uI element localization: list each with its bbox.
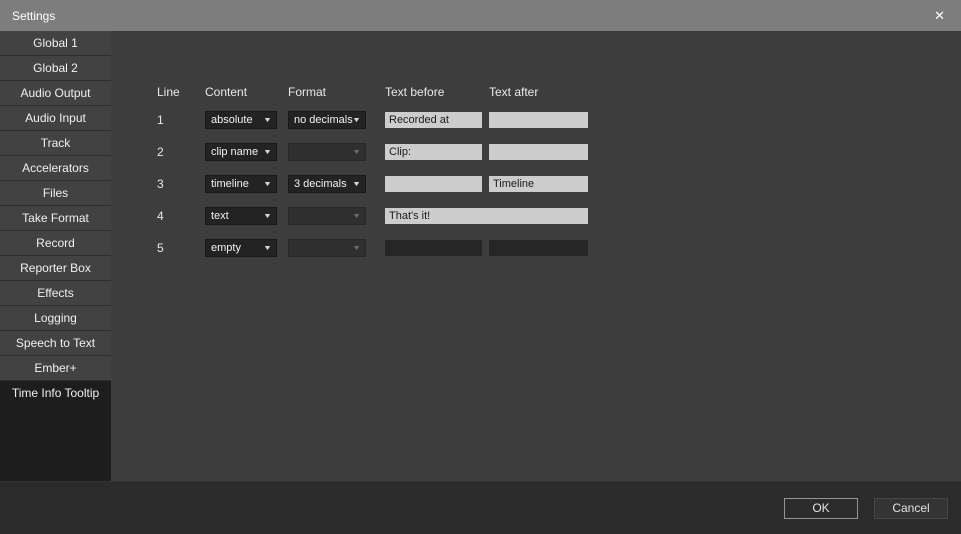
sidebar-item-audio-input[interactable]: Audio Input [0,106,111,131]
titlebar[interactable]: Settings ✕ [0,0,961,31]
sidebar-item-speech-to-text[interactable]: Speech to Text [0,331,111,356]
sidebar-item-global-1[interactable]: Global 1 [0,31,111,56]
sidebar: Global 1 Global 2 Audio Output Audio Inp… [0,31,111,481]
content-panel: Line Content Format Text before Text aft… [111,31,961,481]
content-dropdown[interactable]: clip name ▼ [205,143,277,161]
table-row: 4 text ▼ ▼ [157,200,961,232]
dropdown-value: empty [211,242,241,254]
sidebar-item-audio-output[interactable]: Audio Output [0,81,111,106]
ok-button[interactable]: OK [784,498,858,519]
text-before-input[interactable] [385,144,482,160]
sidebar-item-ember-plus[interactable]: Ember+ [0,356,111,381]
sidebar-item-global-2[interactable]: Global 2 [0,56,111,81]
dropdown-value: absolute [211,114,253,126]
chevron-down-icon: ▼ [352,117,361,124]
line-number: 3 [157,177,205,191]
text-after-input[interactable] [489,144,588,160]
close-icon[interactable]: ✕ [930,7,949,24]
dropdown-value: text [211,210,229,222]
chevron-down-icon: ▼ [263,149,272,156]
table-row: 3 timeline ▼ 3 decimals ▼ [157,168,961,200]
column-header-format: Format [288,85,385,99]
chevron-down-icon: ▼ [263,181,272,188]
sidebar-item-files[interactable]: Files [0,181,111,206]
chevron-down-icon: ▼ [263,245,272,252]
format-dropdown: ▼ [288,239,366,257]
content-dropdown[interactable]: timeline ▼ [205,175,277,193]
format-dropdown: ▼ [288,143,366,161]
sidebar-item-effects[interactable]: Effects [0,281,111,306]
tooltip-lines-table: Line Content Format Text before Text aft… [111,31,961,264]
cancel-button[interactable]: Cancel [874,498,948,519]
column-header-text-after: Text after [489,85,589,99]
format-dropdown: ▼ [288,207,366,225]
content-dropdown[interactable]: empty ▼ [205,239,277,257]
window-title: Settings [12,9,55,23]
sidebar-item-reporter-box[interactable]: Reporter Box [0,256,111,281]
dropdown-value: 3 decimals [294,178,347,190]
text-before-input[interactable] [385,112,482,128]
line-number: 1 [157,113,205,127]
sidebar-item-logging[interactable]: Logging [0,306,111,331]
text-after-input [489,240,588,256]
chevron-down-icon: ▼ [352,149,361,156]
chevron-down-icon: ▼ [352,213,361,220]
sidebar-item-time-info-tooltip[interactable]: Time Info Tooltip [0,381,111,406]
footer-bar: OK Cancel [0,481,961,534]
column-header-text-before: Text before [385,85,489,99]
content-dropdown[interactable]: text ▼ [205,207,277,225]
column-header-line: Line [157,85,205,99]
chevron-down-icon: ▼ [352,181,361,188]
column-header-content: Content [205,85,288,99]
text-after-input[interactable] [489,176,588,192]
content-dropdown[interactable]: absolute ▼ [205,111,277,129]
sidebar-item-take-format[interactable]: Take Format [0,206,111,231]
dropdown-value: clip name [211,146,258,158]
sidebar-item-record[interactable]: Record [0,231,111,256]
chevron-down-icon: ▼ [352,245,361,252]
combined-text-input[interactable] [385,208,588,224]
sidebar-item-accelerators[interactable]: Accelerators [0,156,111,181]
format-dropdown[interactable]: no decimals ▼ [288,111,366,129]
dropdown-value: no decimals [294,114,353,126]
text-before-input[interactable] [385,176,482,192]
table-row: 2 clip name ▼ ▼ [157,136,961,168]
table-row: 5 empty ▼ ▼ [157,232,961,264]
line-number: 5 [157,241,205,255]
text-before-input [385,240,482,256]
text-after-input[interactable] [489,112,588,128]
format-dropdown[interactable]: 3 decimals ▼ [288,175,366,193]
sidebar-item-track[interactable]: Track [0,131,111,156]
chevron-down-icon: ▼ [263,213,272,220]
chevron-down-icon: ▼ [263,117,272,124]
table-row: 1 absolute ▼ no decimals ▼ [157,104,961,136]
dropdown-value: timeline [211,178,249,190]
line-number: 2 [157,145,205,159]
table-header-row: Line Content Format Text before Text aft… [157,84,961,100]
line-number: 4 [157,209,205,223]
